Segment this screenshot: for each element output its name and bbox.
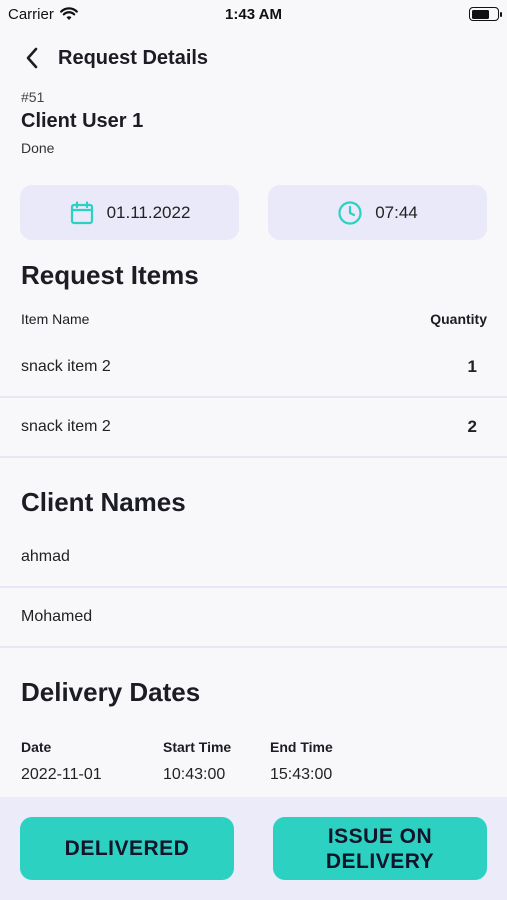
clock-icon (338, 200, 362, 225)
item-name: snack item 2 (21, 418, 111, 435)
bottom-action-bar: DELIVERED ISSUE ON DELIVERY (0, 797, 507, 900)
items-table-header: Item Name Quantity (21, 311, 487, 327)
client-names-heading: Client Names (21, 487, 186, 517)
end-time-column-header: End Time (270, 739, 333, 755)
start-time-column-header: Start Time (163, 739, 232, 755)
delivered-button[interactable]: DELIVERED (20, 817, 234, 880)
table-row: snack item 2 2 (0, 398, 507, 458)
carrier-label: Carrier (8, 5, 54, 23)
client-name: Mohamed (21, 608, 93, 625)
wifi-icon (59, 7, 78, 20)
chevron-left-icon (26, 47, 38, 69)
date-value: 01.11.2022 (106, 202, 191, 222)
back-button[interactable] (20, 43, 44, 73)
status-left: Carrier (8, 6, 78, 23)
delivery-dates-heading: Delivery Dates (21, 677, 201, 707)
issue-on-delivery-button[interactable]: ISSUE ON DELIVERY (273, 817, 487, 880)
delivery-start-time: 10:43:00 (163, 766, 226, 783)
date-pill[interactable]: 01.11.2022 (20, 185, 239, 240)
list-item: Mohamed (0, 588, 507, 648)
delivered-button-label: DELIVERED (64, 837, 190, 860)
issue-button-line2: DELIVERY (325, 849, 435, 873)
item-quantity: 2 (467, 417, 477, 436)
page-header: Request Details (20, 40, 208, 76)
page-title: Request Details (58, 46, 209, 69)
request-status: Done (21, 140, 55, 156)
client-user-name: Client User 1 (21, 110, 144, 132)
time-pill[interactable]: 07:44 (268, 185, 487, 240)
list-item: ahmad (0, 528, 507, 588)
item-name: snack item 2 (21, 358, 111, 375)
request-items-heading: Request Items (21, 260, 199, 290)
status-bar: Carrier 1:43 AM (0, 0, 507, 28)
issue-button-line1: ISSUE ON (327, 824, 433, 848)
item-quantity: 1 (467, 357, 477, 376)
delivery-date: 2022-11-01 (21, 766, 102, 783)
table-row: snack item 2 1 (0, 338, 507, 398)
client-name: ahmad (21, 548, 70, 565)
item-name-column-header: Item Name (21, 311, 90, 327)
request-id: #51 (21, 89, 45, 105)
time-value: 07:44 (375, 202, 418, 222)
delivery-end-time: 15:43:00 (270, 766, 333, 783)
date-column-header: Date (21, 739, 52, 755)
calendar-icon (70, 200, 93, 224)
quantity-column-header: Quantity (430, 311, 487, 327)
battery-icon (469, 7, 502, 21)
issue-button-label: ISSUE ON DELIVERY (326, 824, 434, 874)
